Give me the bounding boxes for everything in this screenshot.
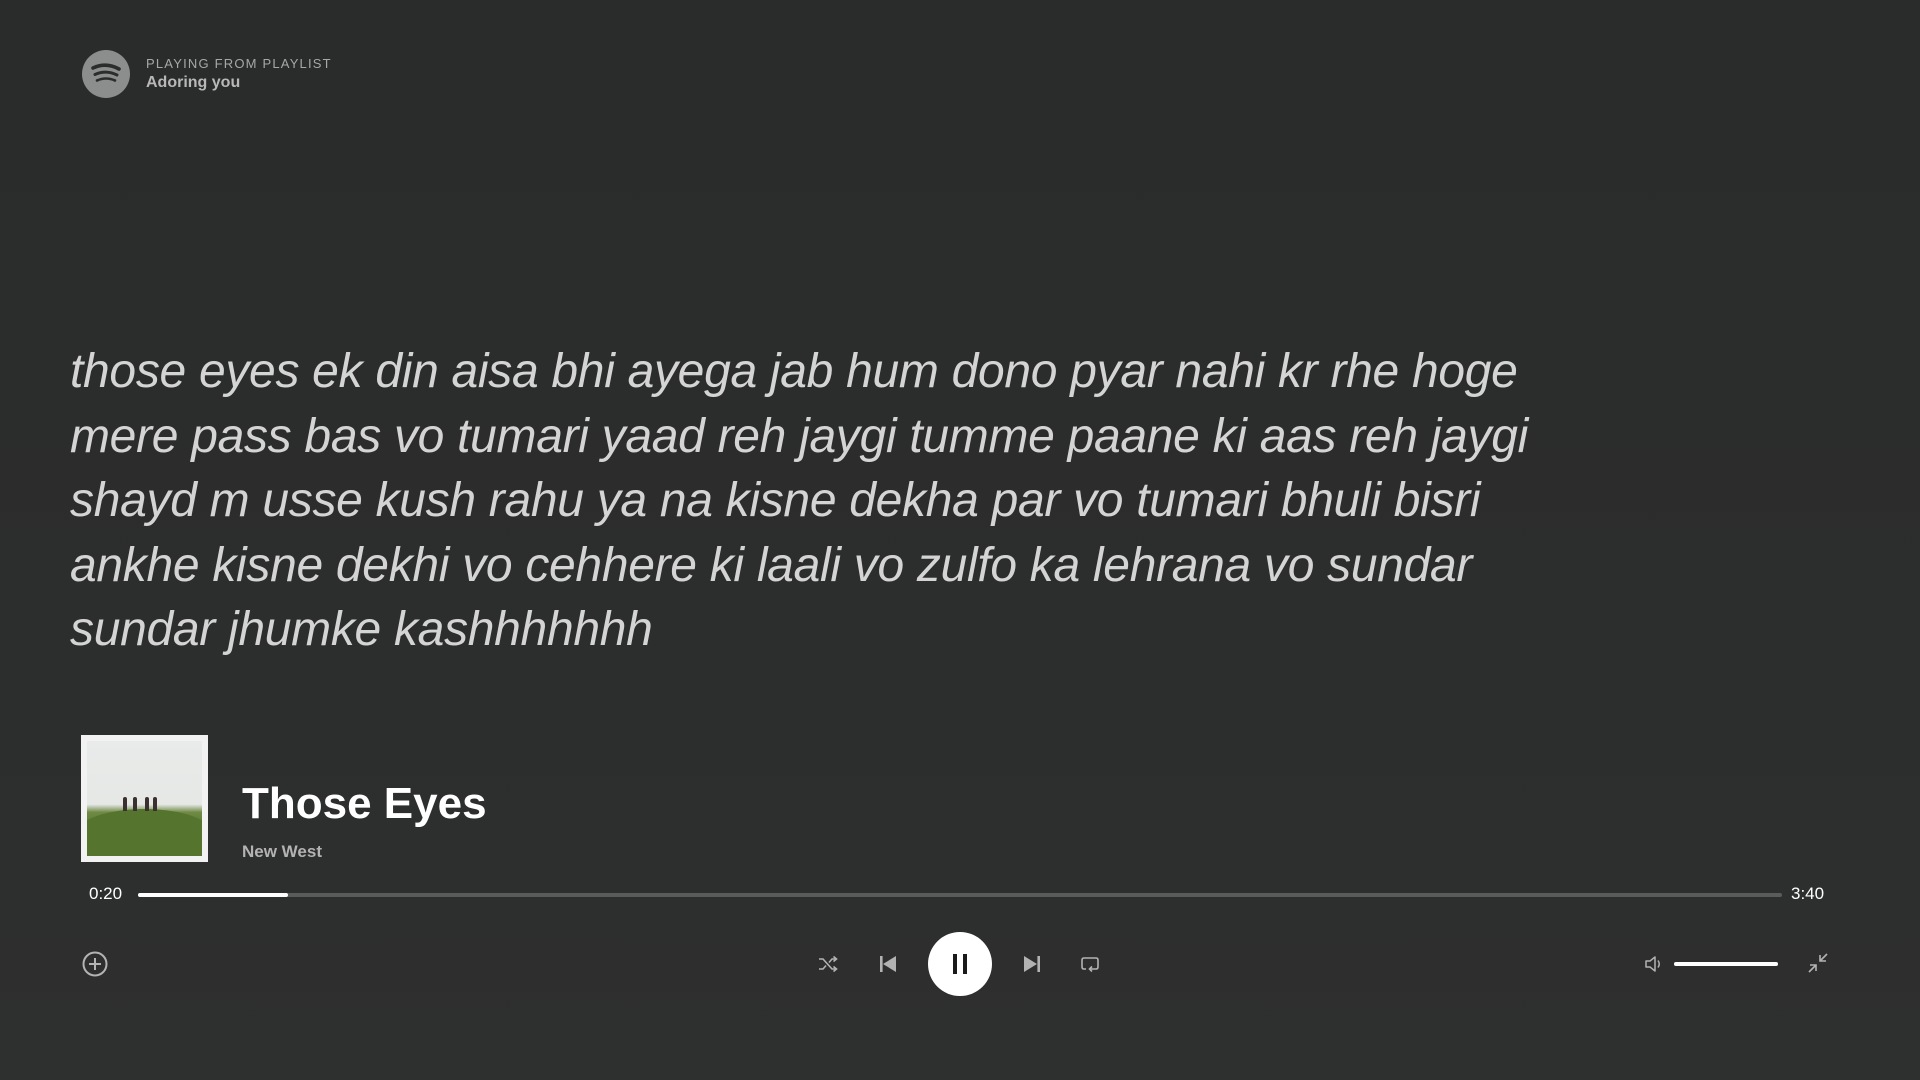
add-circle-icon [82, 951, 108, 977]
progress-bar-fill [138, 893, 288, 897]
repeat-icon [1081, 957, 1099, 973]
context-label: PLAYING FROM PLAYLIST [146, 56, 332, 71]
exit-fullscreen-button[interactable] [1806, 951, 1830, 975]
volume-slider-fill [1674, 962, 1778, 966]
volume-icon [1645, 956, 1660, 972]
lyrics-text: those eyes ek din aisa bhi ayega jab hum… [70, 345, 1528, 656]
add-to-library-button[interactable] [82, 951, 108, 977]
repeat-button[interactable] [1080, 954, 1100, 974]
exit-fullscreen-icon [1808, 953, 1828, 973]
pause-icon [953, 954, 967, 974]
total-duration: 3:40 [1791, 884, 1825, 903]
skip-next-icon [1024, 956, 1040, 972]
pause-button[interactable] [928, 932, 992, 996]
playlist-name-link[interactable]: Adoring you [146, 73, 332, 93]
track-title[interactable]: Those Eyes [242, 778, 487, 830]
volume-slider[interactable] [1674, 962, 1778, 966]
next-track-button[interactable] [1023, 955, 1041, 973]
elapsed-time: 0:20 [89, 884, 123, 903]
fullscreen-player: PLAYING FROM PLAYLIST Adoring you those … [0, 0, 1920, 1080]
spotify-logo-icon [82, 50, 130, 98]
previous-track-button[interactable] [879, 955, 897, 973]
progress-bar[interactable] [138, 893, 1782, 897]
album-cover-image [87, 741, 202, 856]
album-cover[interactable] [81, 735, 208, 862]
shuffle-icon [819, 955, 838, 973]
shuffle-button[interactable] [818, 954, 838, 974]
playback-controls [0, 932, 1920, 996]
playing-context: PLAYING FROM PLAYLIST Adoring you [82, 50, 332, 98]
volume-button[interactable] [1644, 954, 1664, 974]
track-artist[interactable]: New West [242, 842, 322, 862]
skip-previous-icon [880, 956, 896, 972]
